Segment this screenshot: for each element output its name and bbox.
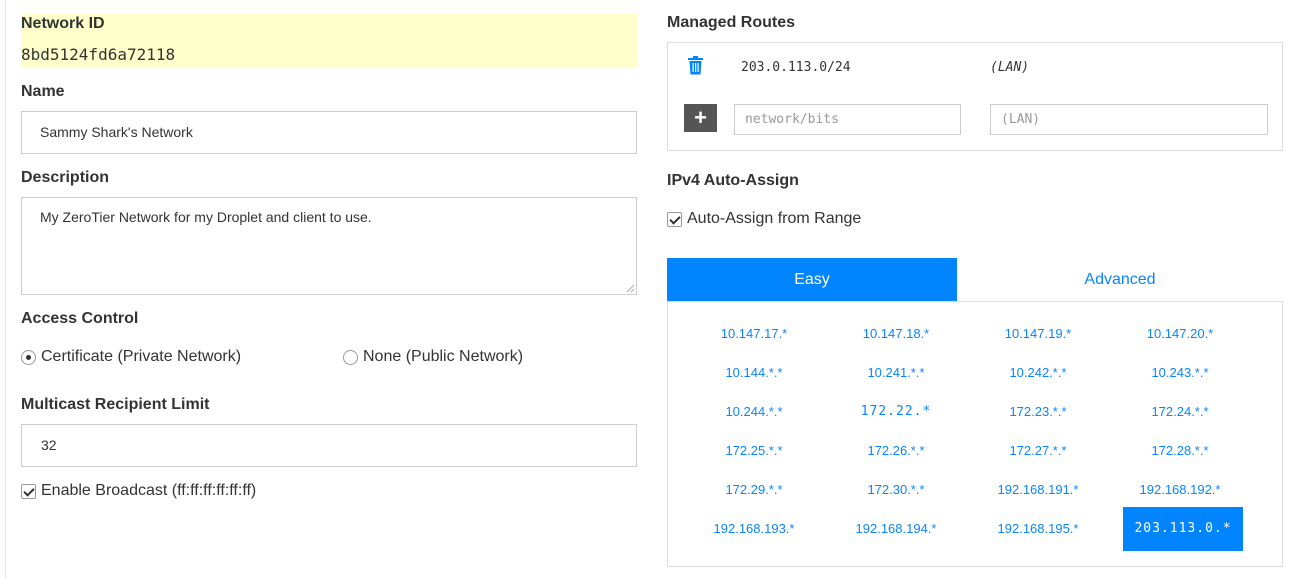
range-option[interactable]: 192.168.194.* [836, 515, 956, 543]
route-via: (LAN) [990, 60, 1030, 75]
range-option[interactable]: 10.147.17.* [694, 320, 814, 348]
assign-mode-tabs: Easy Advanced [667, 258, 1283, 301]
range-option[interactable]: 10.147.19.* [978, 320, 1098, 348]
name-field[interactable]: Sammy Shark's Network [21, 111, 637, 154]
description-label: Description [21, 169, 110, 186]
access-public-label: None (Public Network) [363, 348, 524, 365]
range-option[interactable]: 192.168.192.* [1120, 476, 1240, 504]
access-public-option[interactable]: None (Public Network) [343, 348, 523, 366]
enable-broadcast-label: Enable Broadcast (ff:ff:ff:ff:ff:ff) [41, 482, 257, 499]
access-control-label: Access Control [21, 310, 139, 327]
multicast-limit-input[interactable]: 32 [21, 424, 637, 467]
multicast-label: Multicast Recipient Limit [21, 396, 210, 413]
managed-routes-label: Managed Routes [667, 14, 796, 31]
new-route-via-input[interactable]: (LAN) [990, 104, 1268, 135]
range-option[interactable]: 172.24.*.* [1120, 398, 1240, 426]
page-border [5, 0, 6, 578]
range-option[interactable]: 10.244.*.* [694, 398, 814, 426]
new-route-target-input[interactable]: network/bits [734, 104, 961, 135]
description-value: My ZeroTier Network for my Droplet and c… [40, 209, 372, 225]
range-option[interactable]: 10.144.*.* [694, 359, 814, 387]
ipv4-auto-assign-label: IPv4 Auto-Assign [667, 172, 799, 189]
range-option[interactable]: 10.243.*.* [1120, 359, 1240, 387]
add-route-button[interactable]: + [684, 104, 717, 132]
name-label: Name [21, 83, 65, 100]
range-option[interactable]: 172.29.*.* [694, 476, 814, 504]
network-id-label: Network ID [21, 15, 105, 32]
network-id-section: Network ID 8bd5124fd6a72118 [21, 14, 637, 68]
radio-unselected-icon[interactable] [343, 349, 358, 365]
range-option[interactable]: 10.147.20.* [1120, 320, 1240, 348]
range-option[interactable]: 172.23.*.* [978, 398, 1098, 426]
managed-routes-box: 203.0.113.0/24 (LAN) + network/bits (LAN… [667, 42, 1283, 151]
description-textarea[interactable]: My ZeroTier Network for my Droplet and c… [21, 197, 637, 295]
range-option[interactable]: 172.28.*.* [1120, 437, 1240, 465]
checkbox-checked-icon[interactable] [21, 483, 36, 499]
access-certificate-label: Certificate (Private Network) [41, 348, 242, 365]
range-option[interactable]: 192.168.191.* [978, 476, 1098, 504]
range-option[interactable]: 172.26.*.* [836, 437, 956, 465]
tab-easy[interactable]: Easy [667, 258, 957, 301]
range-option[interactable]: 10.241.*.* [836, 359, 956, 387]
name-value: Sammy Shark's Network [40, 124, 193, 140]
range-option[interactable]: 10.147.18.* [836, 320, 956, 348]
range-option[interactable]: 192.168.195.* [978, 515, 1098, 543]
range-option[interactable]: 172.22.* [836, 398, 956, 426]
tab-advanced[interactable]: Advanced [957, 258, 1283, 301]
auto-assign-option[interactable]: Auto-Assign from Range [667, 210, 861, 228]
range-option[interactable]: 172.25.*.* [694, 437, 814, 465]
resize-handle-icon[interactable] [626, 284, 635, 293]
range-option[interactable]: 172.27.*.* [978, 437, 1098, 465]
multicast-limit-value: 32 [41, 437, 57, 453]
range-option[interactable]: 172.30.*.* [836, 476, 956, 504]
trash-icon[interactable] [687, 56, 704, 75]
range-grid: 10.147.17.* 10.147.18.* 10.147.19.* 10.1… [667, 301, 1283, 567]
auto-assign-label: Auto-Assign from Range [687, 210, 862, 227]
network-id-value: 8bd5124fd6a72118 [21, 45, 176, 64]
access-certificate-option[interactable]: Certificate (Private Network) [21, 348, 241, 366]
range-option[interactable]: 10.242.*.* [978, 359, 1098, 387]
route-target: 203.0.113.0/24 [741, 60, 851, 75]
checkbox-checked-icon[interactable] [667, 211, 682, 227]
range-option-selected[interactable]: 203.113.0.* [1123, 507, 1243, 551]
range-option[interactable]: 192.168.193.* [694, 515, 814, 543]
radio-selected-icon[interactable] [21, 349, 36, 365]
enable-broadcast-option[interactable]: Enable Broadcast (ff:ff:ff:ff:ff:ff) [21, 482, 256, 500]
